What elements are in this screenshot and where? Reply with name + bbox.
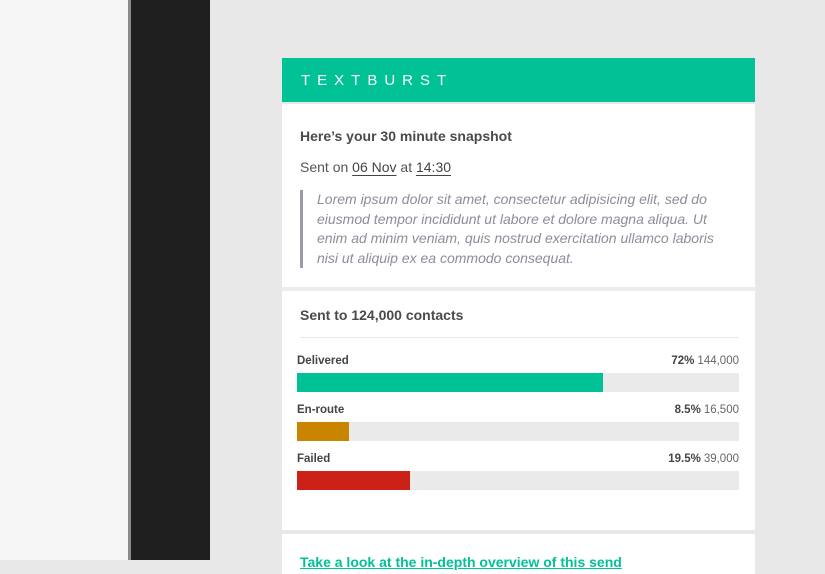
sent-at-word: at <box>400 159 413 175</box>
progress-track <box>297 422 739 441</box>
stat-row-en-route: En-route 8.5% 16,500 <box>297 404 739 441</box>
stats-divider <box>300 337 739 338</box>
stat-row-failed: Failed 19.5% 39,000 <box>297 453 739 490</box>
progress-fill-failed <box>297 471 411 490</box>
stat-count: 16,500 <box>703 404 739 416</box>
stat-percent: 72% <box>671 355 695 367</box>
sent-date-link[interactable]: 06 Nov <box>352 159 396 175</box>
message-quote: Lorem ipsum dolor sit amet, consectetur … <box>300 190 717 268</box>
stat-label: En-route <box>297 404 345 416</box>
progress-fill-delivered <box>297 373 603 392</box>
brand-logo-text: TEXTBURST <box>301 71 454 89</box>
snapshot-card: Here’s your 30 minute snapshot Sent on 0… <box>282 104 755 287</box>
stat-count: 39,000 <box>703 453 739 465</box>
brand-header: TEXTBURST <box>282 58 755 102</box>
sent-datetime-line: Sent on 06 Nov at 14:30 <box>300 159 737 175</box>
snapshot-title: Here’s your 30 minute snapshot <box>300 128 512 144</box>
stat-percent: 8.5% <box>674 404 701 416</box>
stat-count: 144,000 <box>697 355 739 367</box>
contacts-sent-title: Sent to 124,000 contacts <box>300 307 464 323</box>
progress-fill-en-route <box>297 422 350 441</box>
sent-time-link[interactable]: 14:30 <box>416 159 451 175</box>
stat-percent: 19.5% <box>668 453 701 465</box>
delivery-stats-card: Sent to 124,000 contacts Delivered 72% 14… <box>282 291 755 530</box>
stat-row-delivered: Delivered 72% 144,000 <box>297 355 739 392</box>
dark-sidebar-rail <box>131 0 210 560</box>
stat-label: Failed <box>297 453 331 465</box>
overview-link[interactable]: Take a look at the in-depth overview of … <box>300 554 622 570</box>
overview-card: Take a look at the in-depth overview of … <box>282 534 755 574</box>
progress-track <box>297 373 739 392</box>
background-left-pane <box>0 0 128 560</box>
email-preview: TEXTBURST Here’s your 30 minute snapshot… <box>282 58 755 574</box>
sent-prefix: Sent on <box>300 159 349 175</box>
stat-label: Delivered <box>297 355 349 367</box>
progress-track <box>297 471 739 490</box>
